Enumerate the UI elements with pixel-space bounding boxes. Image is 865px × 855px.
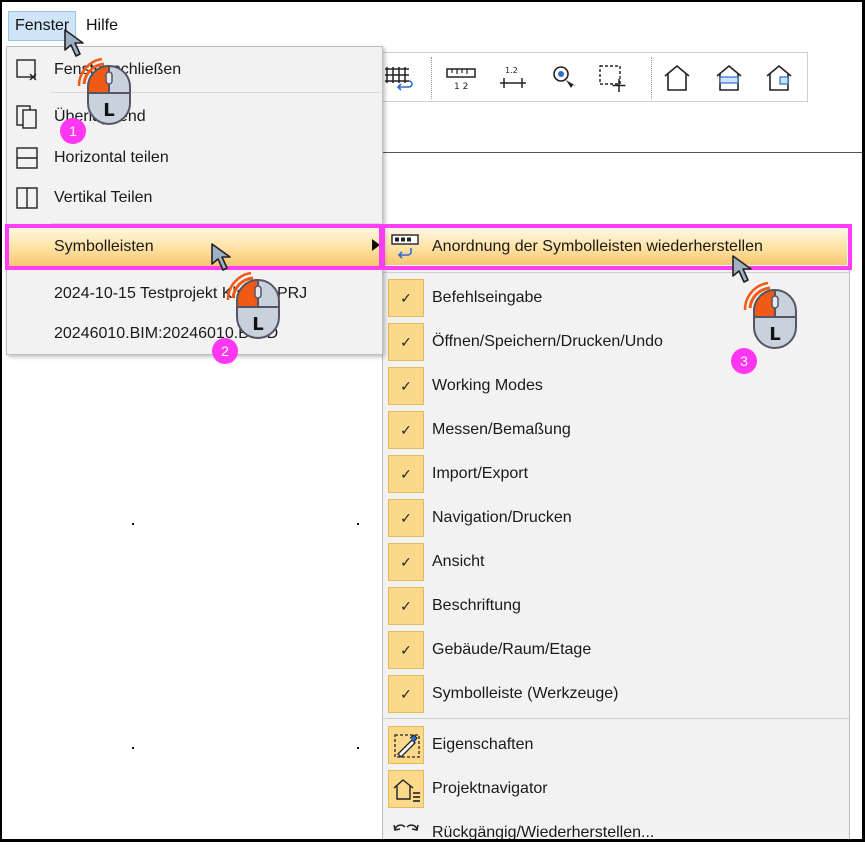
left-click-mouse-icon: L <box>77 58 131 125</box>
house-room-icon[interactable] <box>763 63 795 93</box>
grid-dot <box>132 523 134 525</box>
menu-item-ansicht[interactable]: ✓ Ansicht <box>383 540 849 584</box>
checkmark-icon: ✓ <box>388 455 424 493</box>
checkmark-icon: ✓ <box>388 631 424 669</box>
properties-icon <box>388 726 424 764</box>
checkmark-icon: ✓ <box>388 675 424 713</box>
mouse-button-label: L <box>769 324 780 345</box>
menu-separator <box>383 718 849 719</box>
checkmark-icon: ✓ <box>388 279 424 317</box>
undo-redo-icon <box>393 824 419 831</box>
menu-item-label: Befehlseingabe <box>432 289 543 306</box>
menu-item-label: Vertikal Teilen <box>54 189 153 206</box>
cursor-arrow-icon <box>211 243 231 271</box>
menu-item-symbolleiste-werkzeuge[interactable]: ✓ Symbolleiste (Werkzeuge) <box>383 672 849 716</box>
mouse-button-label: L <box>252 314 263 335</box>
menu-item-gebaeude-raum-etage[interactable]: ✓ Gebäude/Raum/Etage <box>383 628 849 672</box>
menu-item-label: Horizontal teilen <box>54 149 169 166</box>
menu-item-label: Messen/Bemaßung <box>432 421 571 438</box>
menu-item-navigation-drucken[interactable]: ✓ Navigation/Drucken <box>383 496 849 540</box>
menu-item-label: Eigenschaften <box>432 736 534 753</box>
dimension-icon[interactable]: 1.2 <box>497 63 529 93</box>
house-icon[interactable] <box>661 63 693 93</box>
step-badge-3: 3 <box>731 348 757 374</box>
selection-move-icon[interactable] <box>597 63 629 93</box>
grid-dot <box>357 523 359 525</box>
menu-separator <box>51 223 381 224</box>
menu-item-label: Öffnen/Speichern/Drucken/Undo <box>432 333 663 350</box>
menu-item-label: Symbolleiste (Werkzeuge) <box>432 685 619 702</box>
overlap-icon <box>16 105 37 129</box>
menu-item-vertikal-teilen[interactable]: Vertikal Teilen <box>7 178 382 218</box>
menu-item-label: Working Modes <box>432 377 543 394</box>
menu-item-eigenschaften[interactable]: Eigenschaften <box>383 723 849 767</box>
fenster-menu: Fenster schließen Überlappend Horizontal… <box>6 46 383 355</box>
checkmark-icon: ✓ <box>388 323 424 361</box>
split-vertical-icon <box>16 187 38 209</box>
menu-item-label: Import/Export <box>432 465 529 482</box>
menu-item-working-modes[interactable]: ✓ Working Modes <box>383 364 849 408</box>
toolbar-separator <box>651 57 652 99</box>
menu-item-recent-prj[interactable]: 2024-10-15 Testprojekt Klassik.PRJ <box>7 274 382 314</box>
checkmark-icon: ✓ <box>388 543 424 581</box>
menu-item-projektnavigator[interactable]: Projektnavigator <box>383 767 849 811</box>
left-click-mouse-icon: L <box>743 282 797 349</box>
menu-separator <box>383 272 849 273</box>
checkmark-icon: ✓ <box>388 411 424 449</box>
grid-dot <box>132 747 134 749</box>
cursor-arrow-icon <box>732 255 752 283</box>
menu-item-label: Navigation/Drucken <box>432 509 572 526</box>
menu-item-anordnung-wiederherstellen[interactable]: Anordnung der Symbolleisten wiederherste… <box>383 225 849 269</box>
svg-text:1 2: 1 2 <box>454 82 468 92</box>
split-horizontal-icon <box>16 147 38 169</box>
left-click-mouse-icon: L <box>226 272 280 339</box>
checkmark-icon: ✓ <box>388 587 424 625</box>
menu-item-label: Beschriftung <box>432 597 521 614</box>
menu-item-recent-bim[interactable]: 20246010.BIM:20246010.BIMD <box>7 314 382 354</box>
workspace-divider <box>382 152 862 153</box>
menu-item-label: Gebäude/Raum/Etage <box>432 641 592 658</box>
svg-text:1.2: 1.2 <box>505 66 518 75</box>
cursor-arrow-icon <box>64 29 84 57</box>
menu-item-rueckgaengig-wiederherstellen[interactable]: Rückgängig/Wiederherstellen... <box>383 811 849 855</box>
checkmark-icon: ✓ <box>388 499 424 537</box>
menu-item-messen-bemassung[interactable]: ✓ Messen/Bemaßung <box>383 408 849 452</box>
window-close-icon <box>16 59 37 81</box>
menu-item-beschriftung[interactable]: ✓ Beschriftung <box>383 584 849 628</box>
snap-point-icon[interactable] <box>547 63 579 93</box>
menu-item-label: Rückgängig/Wiederherstellen... <box>432 824 655 841</box>
submenu-arrow-icon <box>372 239 380 251</box>
toolbar-separator <box>431 57 432 99</box>
menubar: Fenster Hilfe <box>2 2 862 46</box>
toolbar-restore-icon <box>391 234 419 259</box>
grid-dot <box>357 747 359 749</box>
menu-item-label: Anordnung der Symbolleisten wiederherste… <box>432 238 763 255</box>
step-badge-2: 2 <box>212 338 238 364</box>
toolbar: 1 2 1.2 <box>380 52 808 102</box>
menu-item-label: Projektnavigator <box>432 780 548 797</box>
mouse-button-label: L <box>103 100 114 121</box>
grid-icon[interactable] <box>383 63 415 93</box>
step-badge-1: 1 <box>60 118 86 144</box>
checkmark-icon: ✓ <box>388 367 424 405</box>
menu-item-import-export[interactable]: ✓ Import/Export <box>383 452 849 496</box>
project-navigator-icon <box>388 770 424 808</box>
menu-item-label: Symbolleisten <box>54 238 154 255</box>
measure-icon[interactable]: 1 2 <box>445 63 477 93</box>
menu-item-symbolleisten-label-row: Symbolleisten <box>7 227 382 267</box>
menu-item-horizontal-teilen[interactable]: Horizontal teilen <box>7 138 382 178</box>
menu-item-label: Ansicht <box>432 553 485 570</box>
house-level-icon[interactable] <box>713 63 745 93</box>
